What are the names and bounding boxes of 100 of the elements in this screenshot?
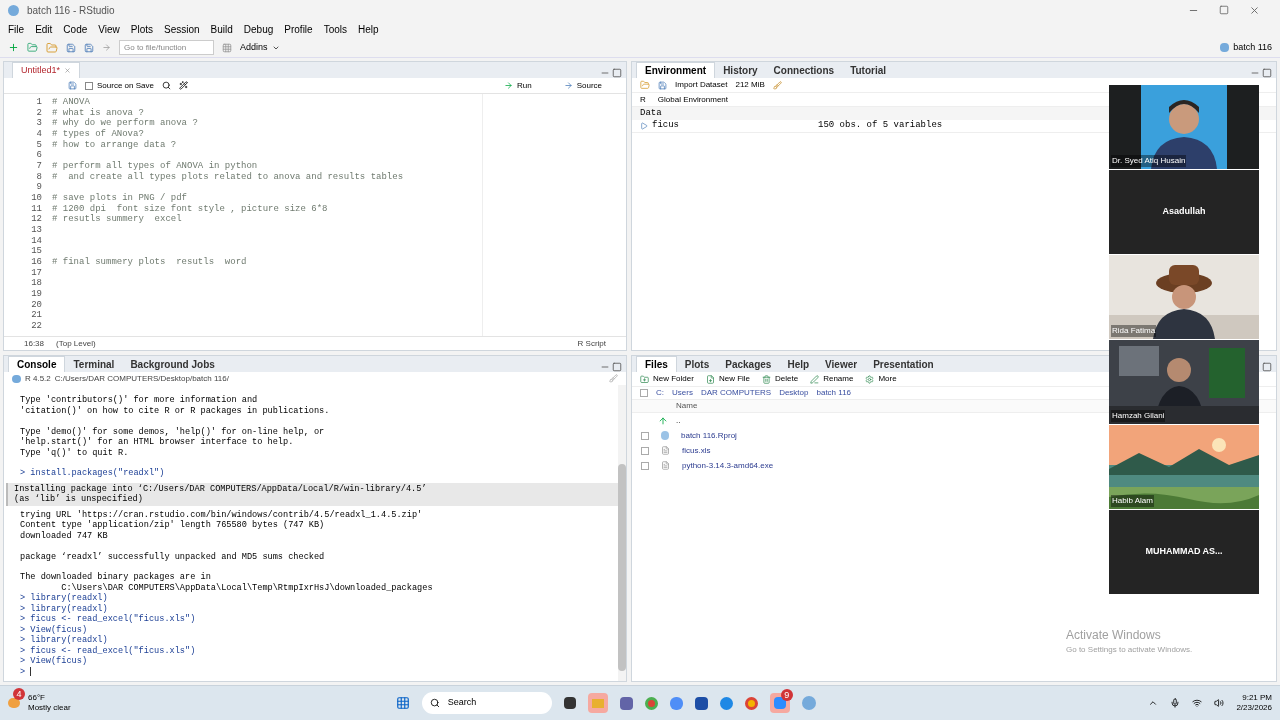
menu-item[interactable]: Plots [130, 21, 153, 37]
clock-date[interactable]: 2/23/2026 [1236, 703, 1272, 713]
file-action-button[interactable]: More [865, 373, 897, 385]
file-link[interactable]: python-3.14.3-amd64.exe [682, 459, 774, 472]
save-icon[interactable] [658, 80, 667, 90]
file-checkbox[interactable] [641, 446, 649, 455]
menu-item[interactable]: Build [210, 21, 233, 37]
maximize-icon[interactable] [1262, 68, 1272, 78]
maximize-icon[interactable] [612, 68, 622, 78]
grid-icon[interactable] [222, 42, 232, 53]
maximize-icon[interactable] [1219, 4, 1229, 15]
breadcrumb-link[interactable]: batch 116 [816, 387, 852, 399]
close-icon[interactable] [64, 67, 72, 74]
pane-tab[interactable]: Background Jobs [122, 356, 223, 372]
chrome-icon[interactable] [744, 696, 758, 710]
pane-tab[interactable]: Terminal [65, 356, 123, 372]
menu-item[interactable]: Edit [35, 21, 53, 37]
task-view-icon[interactable] [563, 697, 576, 709]
save-icon[interactable] [68, 81, 77, 90]
video-tile[interactable]: Rida Fatima [1109, 255, 1259, 339]
import-dataset-button[interactable]: Import Dataset [675, 79, 728, 91]
breadcrumb-link[interactable]: C: [656, 387, 664, 399]
pane-tab[interactable]: History [715, 62, 766, 78]
source-on-save-checkbox[interactable] [85, 81, 93, 90]
weather-icon[interactable] [8, 698, 20, 708]
rstudio-icon[interactable] [801, 696, 816, 710]
video-tile[interactable]: Asadullah [1109, 170, 1259, 254]
pane-tab[interactable]: Help [779, 356, 818, 372]
pane-tab[interactable]: Console [8, 356, 66, 372]
select-all-checkbox[interactable] [640, 389, 648, 397]
taskbar-search[interactable]: Search [421, 692, 552, 714]
load-icon[interactable] [640, 80, 650, 90]
breadcrumb-link[interactable]: DAR COMPUTERS [700, 387, 772, 399]
expand-icon[interactable] [640, 122, 648, 130]
source-button[interactable]: Source [563, 79, 602, 92]
video-tile[interactable]: Hamzah Gilani [1109, 340, 1259, 424]
pane-tab[interactable]: Packages [717, 356, 780, 372]
video-tile[interactable]: Dr. Syed Atiq Husain [1109, 85, 1259, 169]
broom-icon[interactable] [772, 80, 782, 90]
pane-tab[interactable]: Files [636, 356, 677, 372]
file-checkbox[interactable] [641, 431, 649, 440]
pane-tab[interactable]: Environment [636, 62, 716, 78]
pane-tab[interactable]: Presentation [865, 356, 942, 372]
run-button[interactable]: Run [503, 79, 532, 92]
menu-item[interactable]: View [98, 21, 120, 37]
save-icon[interactable] [66, 42, 76, 53]
video-tile[interactable]: Habib Alam [1109, 425, 1259, 509]
new-file-icon[interactable] [8, 42, 19, 53]
speaker-icon[interactable] [1214, 698, 1225, 708]
addins-button[interactable]: Addins [240, 40, 280, 55]
menu-item[interactable]: Help [358, 21, 379, 37]
pane-tab[interactable]: Plots [676, 356, 718, 372]
language-selector[interactable]: R [640, 93, 646, 106]
teams-icon[interactable] [619, 696, 633, 710]
open-project-icon[interactable] [27, 42, 38, 53]
scope-selector[interactable]: (Top Level) [56, 337, 96, 350]
pane-tab[interactable]: Viewer [817, 356, 866, 372]
file-checkbox[interactable] [641, 461, 649, 470]
console-prompt[interactable]: > [20, 666, 26, 677]
file-type-selector[interactable]: R Script [577, 337, 606, 350]
menu-item[interactable]: Profile [284, 21, 313, 37]
maximize-icon[interactable] [612, 362, 622, 372]
variable-name[interactable]: ficus [652, 119, 818, 133]
working-directory[interactable]: C:/Users/DAR COMPUTERS/Desktop/batch 116/ [54, 372, 229, 385]
parent-folder-link[interactable]: .. [676, 414, 681, 427]
video-tile[interactable]: MUHAMMAD AS... [1109, 510, 1259, 594]
copilot-icon[interactable] [669, 696, 683, 710]
environment-selector[interactable]: Global Environment [657, 93, 729, 106]
menu-item[interactable]: Session [164, 21, 200, 37]
pane-tab[interactable]: Connections [765, 62, 843, 78]
open-folder-icon[interactable] [46, 41, 58, 54]
file-link[interactable]: ficus.xls [682, 444, 711, 457]
name-column-header[interactable]: Name [676, 400, 698, 412]
goto-field[interactable]: Go to file/function [119, 40, 214, 55]
file-link[interactable]: batch 116.Rproj [681, 429, 737, 442]
wifi-icon[interactable] [1192, 698, 1203, 708]
close-icon[interactable] [1249, 4, 1260, 16]
up-arrow-icon[interactable] [658, 415, 668, 426]
save-all-icon[interactable] [84, 42, 94, 53]
file-action-button[interactable]: New Folder [640, 373, 694, 385]
clear-console-icon[interactable] [609, 374, 618, 383]
menu-item[interactable]: Tools [323, 21, 347, 37]
breadcrumb-link[interactable]: Users [672, 387, 693, 399]
file-explorer-icon[interactable] [587, 693, 608, 713]
microphone-icon[interactable] [1170, 698, 1181, 708]
project-button[interactable]: batch 116 [1220, 40, 1272, 55]
breadcrumb-link[interactable]: Desktop [779, 387, 809, 399]
pane-tab[interactable]: Tutorial [842, 62, 895, 78]
clock-time[interactable]: 9:21 PM [1242, 693, 1272, 703]
maximize-icon[interactable] [1262, 362, 1272, 372]
search-icon[interactable] [161, 81, 171, 90]
edge-icon[interactable] [719, 696, 733, 710]
store-icon[interactable] [694, 696, 708, 710]
memory-usage-button[interactable]: 212 MiB [735, 79, 765, 91]
menu-item[interactable]: Debug [243, 21, 274, 37]
menu-item[interactable]: File [8, 21, 25, 37]
start-icon[interactable] [395, 696, 410, 710]
editor-tab[interactable]: Untitled1* [12, 62, 81, 78]
chrome-icon[interactable] [644, 696, 658, 710]
scrollbar[interactable] [618, 385, 626, 681]
